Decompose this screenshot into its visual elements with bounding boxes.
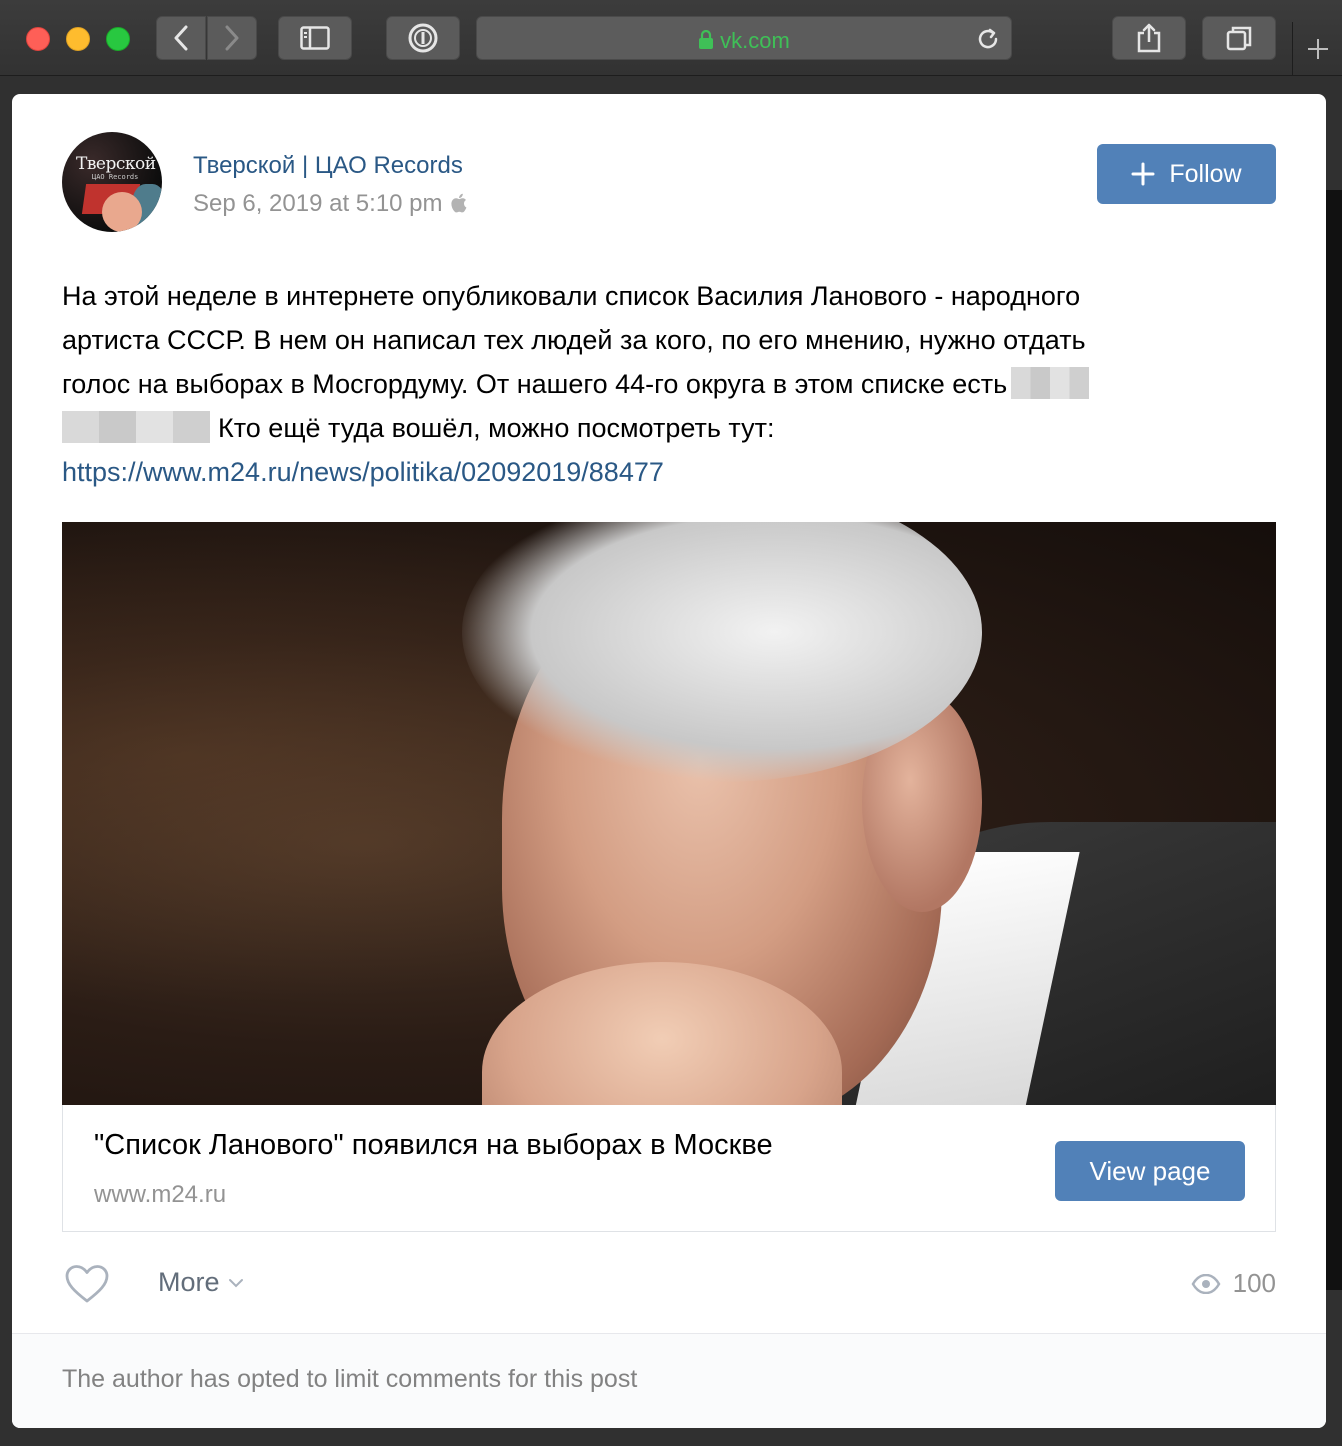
post-text-fragment: Кто ещё туда вошёл, можно посмотреть тут…	[218, 413, 775, 443]
avatar[interactable]: Тверской ЦАО Records	[62, 132, 162, 232]
close-window-button[interactable]	[26, 27, 50, 51]
post-link[interactable]: https://www.m24.ru/news/politika/0209201…	[62, 450, 1262, 494]
post-text-line: артиста СССР. В нем он написал тех людей…	[62, 325, 1086, 355]
address-bar[interactable]: vk.com	[476, 16, 1012, 60]
reload-button[interactable]	[975, 26, 1001, 57]
eye-icon	[1191, 1273, 1221, 1294]
preview-title: "Список Ланового" появился на выборах в …	[94, 1129, 773, 1161]
tabs-overview-icon	[1226, 26, 1252, 51]
background-right-edge	[1326, 190, 1342, 1290]
more-button[interactable]: More	[158, 1267, 244, 1298]
preview-image[interactable]	[62, 522, 1276, 1105]
password-manager-icon	[408, 23, 438, 53]
chevron-down-icon	[228, 1278, 243, 1287]
show-tabs-button[interactable]	[1202, 16, 1276, 60]
like-button[interactable]	[64, 1264, 110, 1304]
link-preview[interactable]: "Список Ланового" появился на выборах в …	[62, 1105, 1276, 1232]
comments-footer: The author has opted to limit comments f…	[12, 1333, 1326, 1428]
plus-icon	[1307, 39, 1328, 59]
post-date[interactable]: Sep 6, 2019 at 5:10 pm	[193, 190, 467, 220]
redacted-name	[62, 411, 210, 443]
follow-button[interactable]: Follow	[1097, 144, 1276, 204]
avatar-logo-text: Тверской	[76, 154, 156, 174]
forward-button[interactable]	[207, 16, 257, 60]
post-author[interactable]: Тверской | ЦАО Records	[193, 152, 463, 180]
view-page-button[interactable]: View page	[1055, 1141, 1245, 1201]
share-button[interactable]	[1112, 16, 1186, 60]
sidebar-toggle-button[interactable]	[278, 16, 352, 60]
follow-label: Follow	[1169, 159, 1242, 188]
minimize-window-button[interactable]	[66, 27, 90, 51]
back-button[interactable]	[156, 16, 206, 60]
apple-icon	[450, 192, 467, 220]
heart-icon	[65, 1265, 109, 1303]
preview-domain: www.m24.ru	[94, 1181, 227, 1208]
redacted-name	[1011, 367, 1090, 399]
views-count: 100	[1232, 1268, 1276, 1298]
lock-icon	[699, 29, 714, 49]
chevron-left-icon	[174, 25, 188, 51]
comments-limited-note: The author has opted to limit comments f…	[62, 1365, 638, 1393]
avatar-logo-subtext: ЦАО Records	[92, 173, 139, 181]
reload-icon	[978, 28, 998, 49]
url-text: vk.com	[720, 28, 790, 53]
chevron-right-icon	[225, 25, 239, 51]
sidebar-icon	[300, 26, 330, 50]
more-label: More	[158, 1267, 220, 1297]
share-icon	[1137, 23, 1161, 53]
post-text-fragment: голос на выборах в Мосгордуму. От нашего…	[62, 369, 1008, 399]
new-tab-button[interactable]	[1292, 22, 1342, 76]
post-text-line: На этой неделе в интернете опубликовали …	[62, 281, 1081, 311]
zoom-window-button[interactable]	[106, 27, 130, 51]
password-manager-button[interactable]	[386, 16, 460, 60]
avatar-art-face	[102, 192, 142, 232]
plus-icon	[1131, 162, 1155, 186]
post-text-line: голос на выборах в Мосгордуму. От нашего…	[62, 362, 1262, 406]
post-date-text: Sep 6, 2019 at 5:10 pm	[193, 190, 443, 217]
post-text-line: Кто ещё туда вошёл, можно посмотреть тут…	[62, 406, 1262, 450]
views-counter: 100	[1191, 1268, 1276, 1299]
browser-toolbar: vk.com	[0, 0, 1342, 76]
address-url: vk.com	[477, 28, 1011, 54]
post-card: Тверской ЦАО Records Тверской | ЦАО Reco…	[12, 94, 1326, 1428]
post-text: На этой неделе в интернете опубликовали …	[62, 274, 1262, 494]
